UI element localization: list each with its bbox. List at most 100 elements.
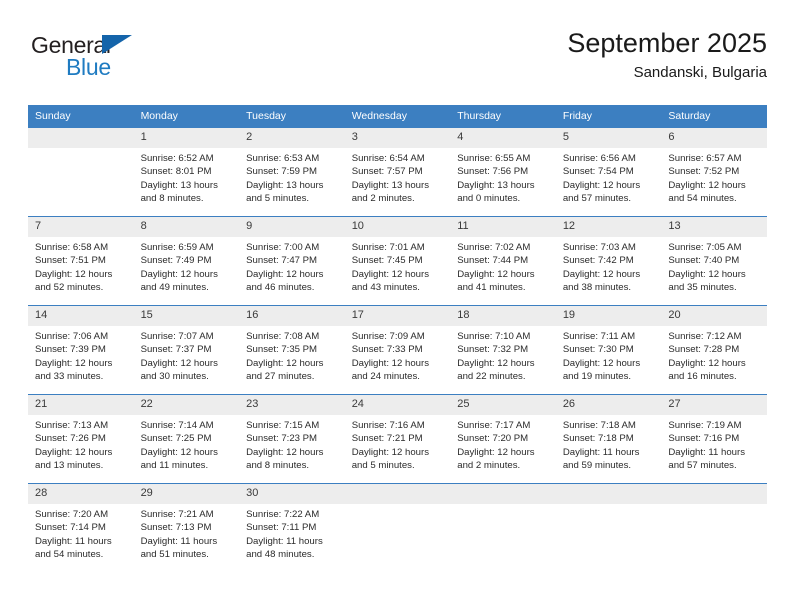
sunset-text: Sunset: 7:14 PM — [35, 522, 106, 534]
weekday-header-saturday: Saturday — [661, 105, 767, 128]
calendar-day-cell[interactable]: 14 Sunrise: 7:06 AM Sunset: 7:39 PM Dayligh… — [28, 305, 134, 395]
daylight-text: Daylight: 12 hours and 38 minutes. — [562, 268, 641, 294]
sunrise-text: Sunrise: 7:16 AM — [351, 420, 425, 431]
calendar-day-cell[interactable]: 15 Sunrise: 7:07 AM Sunset: 7:37 PM Dayligh… — [133, 305, 240, 395]
day-sun-info: Sunrise: 7:01 AM Sunset: 7:45 PM Daylight:… — [345, 237, 451, 295]
calendar-week-row: 28 Sunrise: 7:20 AM Sunset: 7:14 PM Dayligh… — [28, 483, 767, 572]
daylight-text: Daylight: 12 hours and 54 minutes. — [668, 179, 746, 205]
day-number: 27 — [661, 395, 767, 415]
calendar-day-cell[interactable]: 30 Sunrise: 7:22 AM Sunset: 7:11 PM Dayligh… — [239, 483, 345, 572]
sunset-text: Sunset: 7:26 PM — [35, 433, 106, 445]
day-number: 9 — [239, 217, 345, 237]
day-sun-info: Sunrise: 6:52 AM Sunset: 8:01 PM Daylight:… — [134, 148, 240, 206]
calendar-day-cell[interactable]: 12 Sunrise: 7:03 AM Sunset: 7:42 PM Dayligh… — [555, 216, 662, 306]
calendar-day-cell[interactable]: 1 Sunrise: 6:52 AM Sunset: 8:01 PM Daylight… — [133, 127, 240, 217]
day-number: 26 — [555, 395, 662, 415]
day-number: 8 — [133, 217, 240, 237]
day-number: 24 — [344, 395, 451, 415]
calendar-day-cell[interactable]: 8 Sunrise: 6:59 AM Sunset: 7:49 PM Daylight… — [133, 216, 240, 306]
sunset-text: Sunset: 7:18 PM — [562, 433, 634, 445]
calendar-day-cell[interactable]: 4 Sunrise: 6:55 AM Sunset: 7:56 PM Daylight… — [450, 127, 556, 217]
calendar-day-cell[interactable]: 10 Sunrise: 7:01 AM Sunset: 7:45 PM Dayligh… — [344, 216, 451, 306]
day-number: 11 — [450, 217, 556, 237]
daylight-text: Daylight: 11 hours and 51 minutes. — [140, 535, 218, 561]
calendar-day-cell[interactable]: 2 Sunrise: 6:53 AM Sunset: 7:59 PM Daylight… — [239, 127, 345, 217]
sunset-text: Sunset: 7:25 PM — [140, 433, 212, 445]
calendar-day-cell[interactable]: 25 Sunrise: 7:17 AM Sunset: 7:20 PM Dayligh… — [450, 394, 556, 484]
sunset-text: Sunset: 7:11 PM — [246, 522, 317, 534]
day-sun-info: Sunrise: 7:05 AM Sunset: 7:40 PM Daylight:… — [661, 237, 767, 295]
calendar-day-cell[interactable]: 19 Sunrise: 7:11 AM Sunset: 7:30 PM Dayligh… — [555, 305, 662, 395]
sunrise-text: Sunrise: 7:18 AM — [562, 420, 636, 431]
calendar-day-cell[interactable]: 23 Sunrise: 7:15 AM Sunset: 7:23 PM Dayligh… — [239, 394, 345, 484]
calendar-empty-cell — [661, 483, 767, 572]
calendar-day-cell[interactable]: 3 Sunrise: 6:54 AM Sunset: 7:57 PM Daylight… — [344, 127, 451, 217]
sunrise-text: Sunrise: 7:19 AM — [668, 420, 742, 431]
calendar-day-cell[interactable]: 13 Sunrise: 7:05 AM Sunset: 7:40 PM Dayligh… — [661, 216, 767, 306]
calendar-empty-cell — [450, 483, 556, 572]
daylight-text: Daylight: 12 hours and 46 minutes. — [246, 268, 324, 294]
calendar-day-cell[interactable]: 11 Sunrise: 7:02 AM Sunset: 7:44 PM Dayligh… — [450, 216, 556, 306]
calendar-day-cell[interactable]: 21 Sunrise: 7:13 AM Sunset: 7:26 PM Dayligh… — [28, 394, 134, 484]
sunset-text: Sunset: 7:42 PM — [562, 255, 634, 267]
sunrise-text: Sunrise: 7:10 AM — [457, 331, 531, 342]
calendar-day-cell[interactable]: 6 Sunrise: 6:57 AM Sunset: 7:52 PM Daylight… — [661, 127, 767, 217]
sunset-text: Sunset: 7:44 PM — [457, 255, 529, 267]
sunrise-text: Sunrise: 7:00 AM — [246, 242, 320, 253]
daylight-text: Daylight: 12 hours and 5 minutes. — [351, 446, 430, 472]
day-sun-info: Sunrise: 6:56 AM Sunset: 7:54 PM Daylight:… — [556, 148, 662, 206]
calendar-day-cell[interactable]: 20 Sunrise: 7:12 AM Sunset: 7:28 PM Dayligh… — [661, 305, 767, 395]
sunrise-text: Sunrise: 7:15 AM — [246, 420, 320, 431]
day-number — [344, 484, 451, 504]
calendar-day-cell[interactable]: 18 Sunrise: 7:10 AM Sunset: 7:32 PM Dayligh… — [450, 305, 556, 395]
day-sun-info: Sunrise: 7:22 AM Sunset: 7:11 PM Daylight:… — [239, 504, 345, 562]
sunset-text: Sunset: 7:13 PM — [140, 522, 212, 534]
calendar-week-row: 21 Sunrise: 7:13 AM Sunset: 7:26 PM Dayligh… — [28, 394, 767, 484]
day-sun-info: Sunrise: 6:57 AM Sunset: 7:52 PM Daylight:… — [661, 148, 767, 206]
sunrise-text: Sunrise: 7:02 AM — [457, 242, 531, 253]
day-number: 30 — [239, 484, 345, 504]
day-number: 22 — [133, 395, 240, 415]
sunset-text: Sunset: 7:39 PM — [35, 344, 106, 356]
calendar-day-cell[interactable]: 29 Sunrise: 7:21 AM Sunset: 7:13 PM Dayligh… — [133, 483, 240, 572]
general-blue-logo[interactable]: General Blue — [31, 32, 161, 84]
calendar-header-row: Sunday Monday Tuesday Wednesday Thursday… — [28, 105, 767, 128]
weekday-header-wednesday: Wednesday — [344, 105, 451, 128]
daylight-text: Daylight: 12 hours and 43 minutes. — [351, 268, 430, 294]
day-sun-info: Sunrise: 7:20 AM Sunset: 7:14 PM Daylight:… — [28, 504, 134, 562]
sunrise-text: Sunrise: 6:54 AM — [351, 153, 425, 164]
sunrise-text: Sunrise: 7:06 AM — [35, 331, 109, 342]
sunrise-text: Sunrise: 7:17 AM — [457, 420, 531, 431]
calendar-day-cell[interactable]: 26 Sunrise: 7:18 AM Sunset: 7:18 PM Dayligh… — [555, 394, 662, 484]
day-number: 19 — [555, 306, 662, 326]
sunrise-text: Sunrise: 7:20 AM — [35, 509, 109, 520]
day-sun-info: Sunrise: 7:21 AM Sunset: 7:13 PM Daylight:… — [134, 504, 240, 562]
day-number: 17 — [344, 306, 451, 326]
sunset-text: Sunset: 7:32 PM — [457, 344, 529, 356]
calendar-table: Sunday Monday Tuesday Wednesday Thursday… — [28, 105, 767, 572]
day-number: 15 — [133, 306, 240, 326]
calendar-day-cell[interactable]: 7 Sunrise: 6:58 AM Sunset: 7:51 PM Daylight… — [28, 216, 134, 306]
calendar-day-cell[interactable]: 28 Sunrise: 7:20 AM Sunset: 7:14 PM Dayligh… — [28, 483, 134, 572]
calendar-day-cell[interactable]: 9 Sunrise: 7:00 AM Sunset: 7:47 PM Daylight… — [239, 216, 345, 306]
calendar-day-cell[interactable]: 5 Sunrise: 6:56 AM Sunset: 7:54 PM Daylight… — [555, 127, 662, 217]
day-sun-info: Sunrise: 7:19 AM Sunset: 7:16 PM Daylight:… — [661, 415, 767, 473]
daylight-text: Daylight: 12 hours and 27 minutes. — [246, 357, 324, 383]
calendar-day-cell[interactable]: 16 Sunrise: 7:08 AM Sunset: 7:35 PM Dayligh… — [239, 305, 345, 395]
day-number: 16 — [239, 306, 345, 326]
daylight-text: Daylight: 12 hours and 35 minutes. — [668, 268, 746, 294]
day-number: 2 — [239, 128, 345, 148]
calendar-empty-cell — [555, 483, 662, 572]
sunset-text: Sunset: 7:51 PM — [35, 255, 106, 267]
daylight-text: Daylight: 12 hours and 22 minutes. — [457, 357, 535, 383]
calendar-day-cell[interactable]: 17 Sunrise: 7:09 AM Sunset: 7:33 PM Dayligh… — [344, 305, 451, 395]
sunrise-text: Sunrise: 6:56 AM — [562, 153, 636, 164]
calendar-day-cell[interactable]: 22 Sunrise: 7:14 AM Sunset: 7:25 PM Dayligh… — [133, 394, 240, 484]
calendar-day-cell[interactable]: 27 Sunrise: 7:19 AM Sunset: 7:16 PM Dayligh… — [661, 394, 767, 484]
sunrise-text: Sunrise: 6:58 AM — [35, 242, 109, 253]
calendar-day-cell[interactable]: 24 Sunrise: 7:16 AM Sunset: 7:21 PM Dayligh… — [344, 394, 451, 484]
sunrise-text: Sunrise: 7:22 AM — [246, 509, 320, 520]
calendar-week-row: 1 Sunrise: 6:52 AM Sunset: 8:01 PM Daylight… — [28, 127, 767, 217]
daylight-text: Daylight: 12 hours and 57 minutes. — [562, 179, 641, 205]
daylight-text: Daylight: 13 hours and 0 minutes. — [457, 179, 535, 205]
